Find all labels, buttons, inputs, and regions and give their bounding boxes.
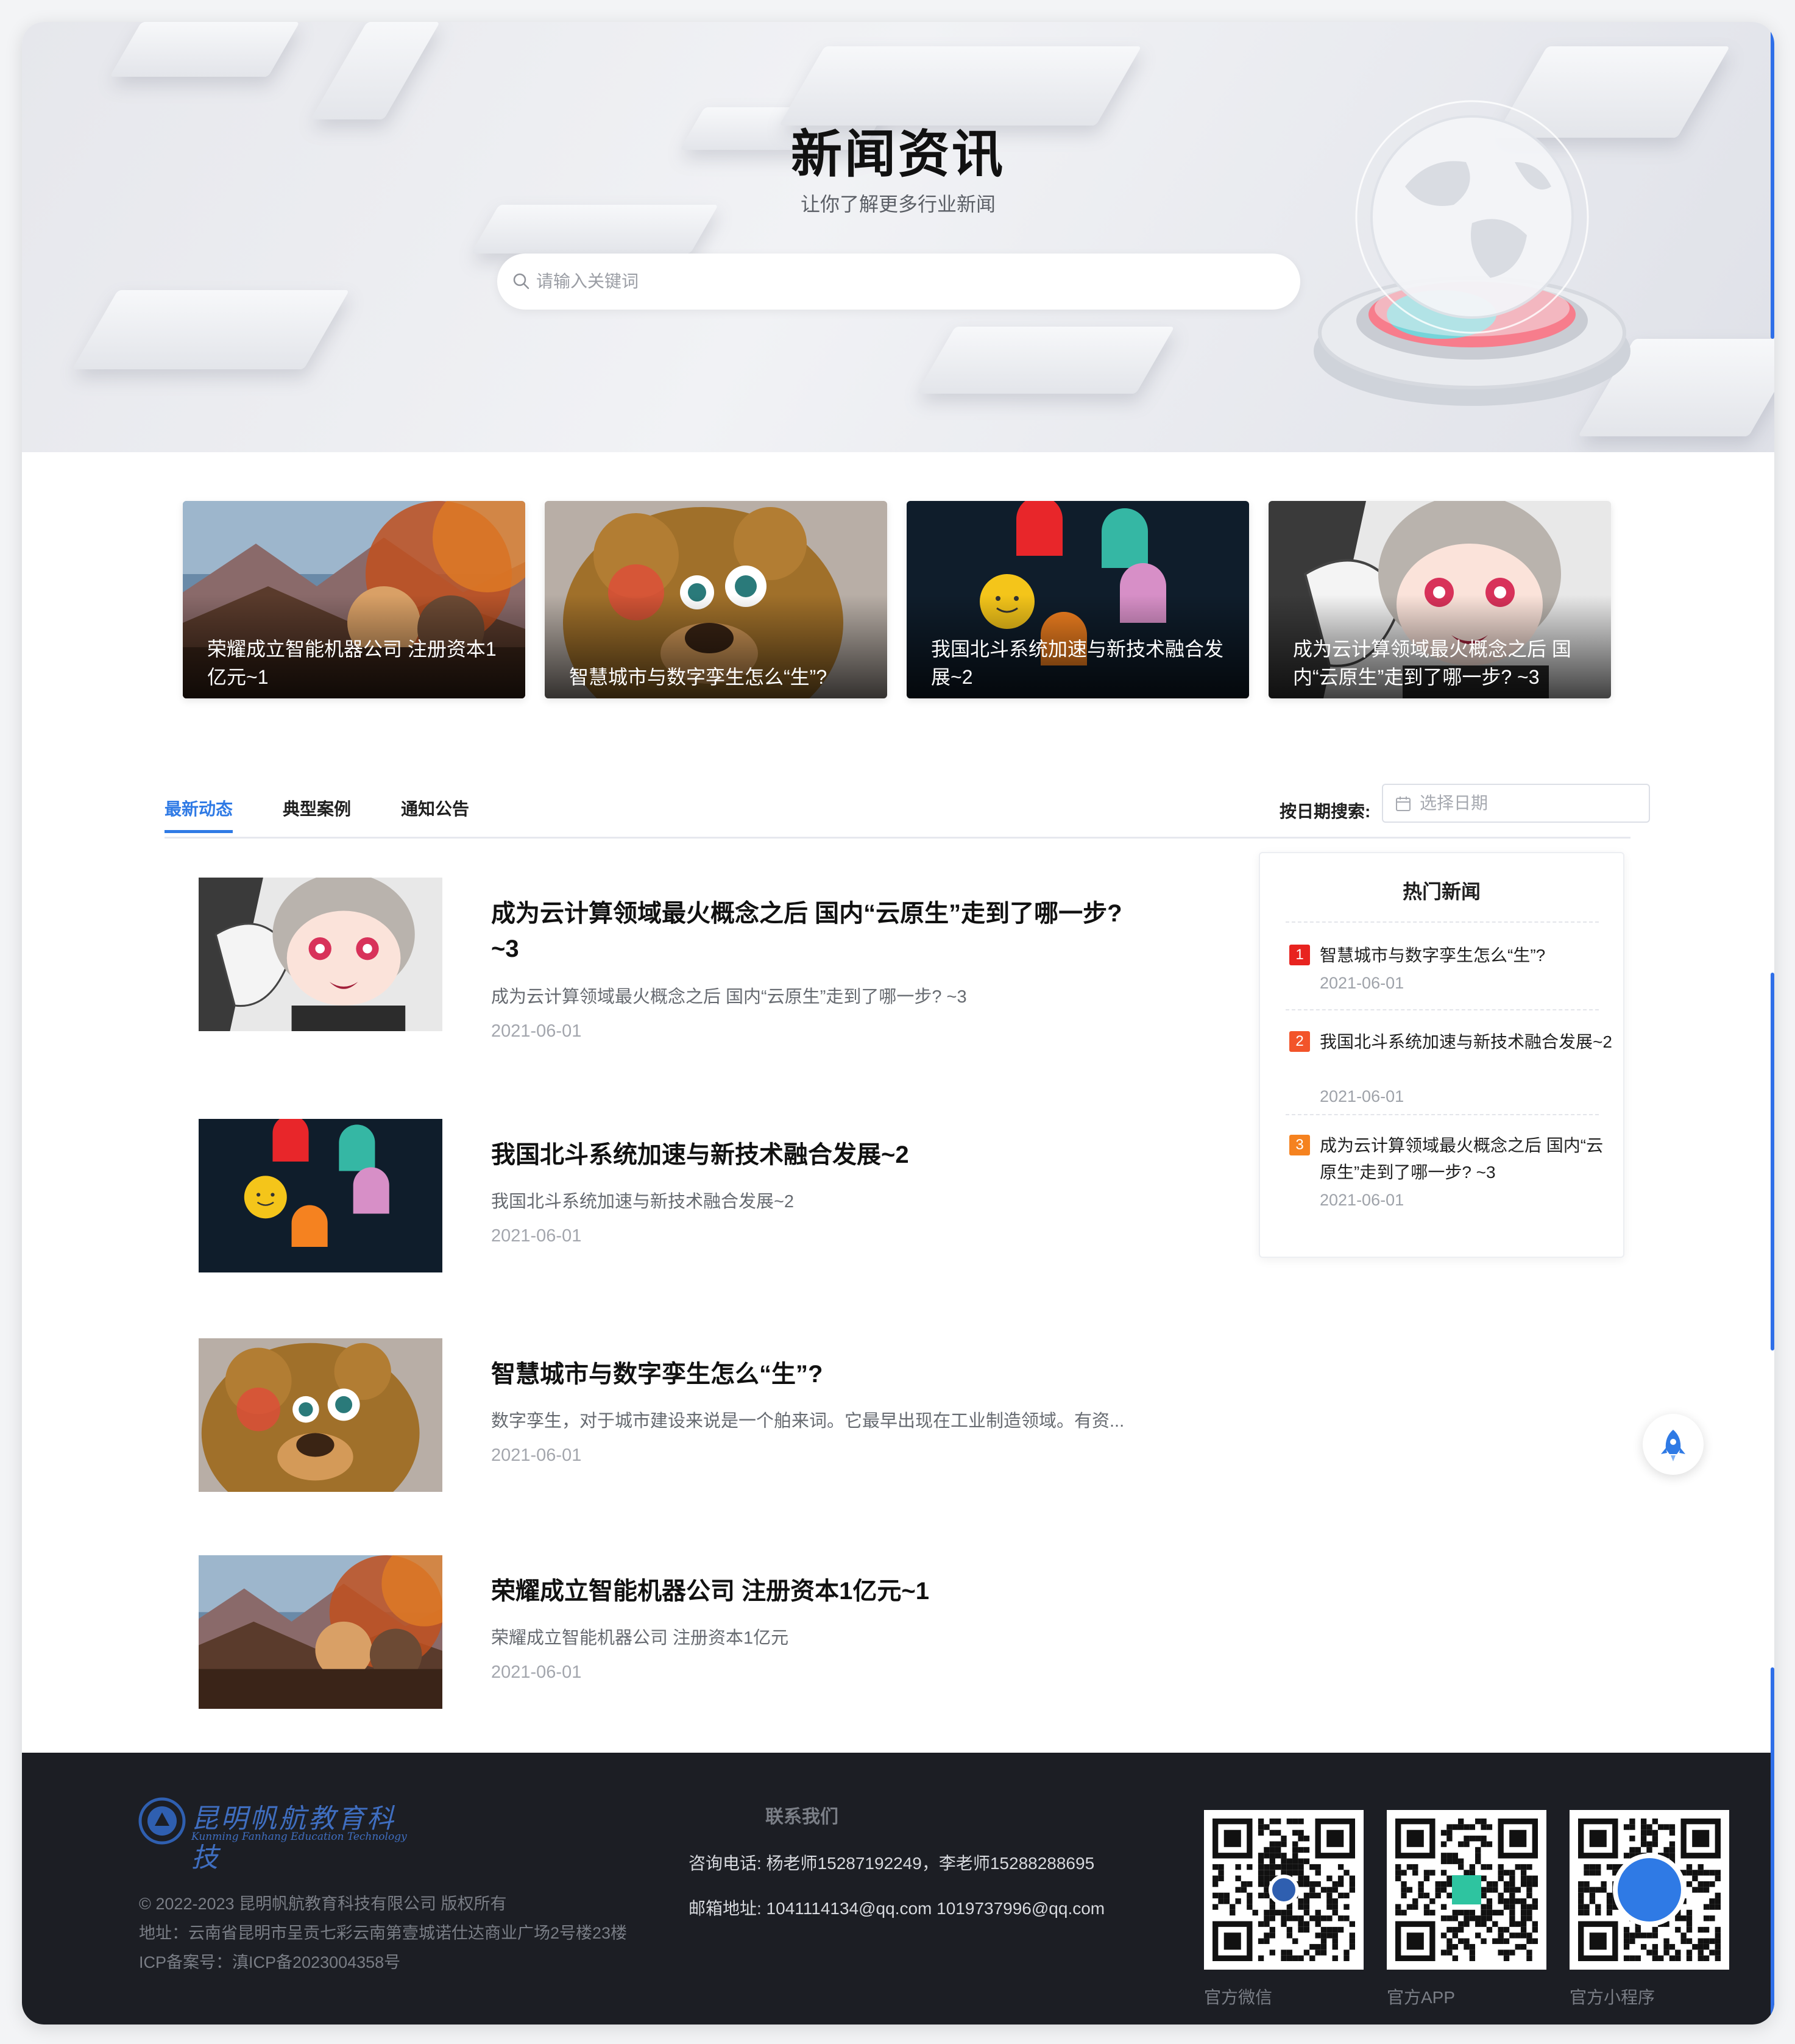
date-picker[interactable] <box>1382 784 1650 823</box>
rocket-icon <box>1661 1430 1685 1461</box>
hero-decor-block <box>72 290 350 369</box>
company-logo: 昆明帆航教育科技 Kunming Fanhang Education Techn… <box>138 1797 424 1873</box>
hot-news-panel: 热门新闻 1 智慧城市与数字孪生怎么“生”? 2021-06-01 2 我国北斗… <box>1259 852 1624 1258</box>
news-thumbnail <box>199 1119 442 1272</box>
hot-news-item[interactable]: 1 智慧城市与数字孪生怎么“生”? 2021-06-01 <box>1289 942 1606 1015</box>
hot-news-text[interactable]: 成为云计算领域最火概念之后 国内“云原生”走到了哪一步? ~3 <box>1320 1132 1612 1186</box>
featured-title: 我国北斗系统加速与新技术融合发展~2 <box>931 638 1224 688</box>
tab-cases[interactable]: 典型案例 <box>283 796 351 820</box>
hot-news-date: 2021-06-01 <box>1320 1191 1404 1209</box>
wechat-qr-icon <box>1204 1810 1364 1970</box>
news-summary: 荣耀成立智能机器公司 注册资本1亿元 <box>491 1628 789 1648</box>
tab-latest[interactable]: 最新动态 <box>165 796 233 820</box>
hot-news-text[interactable]: 智慧城市与数字孪生怎么“生”? <box>1320 942 1612 969</box>
featured-card[interactable]: 智慧城市与数字孪生怎么“生”? <box>545 501 887 698</box>
active-tab-indicator <box>165 830 233 833</box>
news-date: 2021-06-01 <box>491 1226 582 1246</box>
featured-title: 智慧城市与数字孪生怎么“生”? <box>569 666 827 688</box>
featured-card[interactable]: 我国北斗系统加速与新技术融合发展~2 <box>907 501 1249 698</box>
hot-news-item[interactable]: 2 我国北斗系统加速与新技术融合发展~2 2021-06-01 <box>1289 1029 1612 1120</box>
news-summary: 数字孪生，对于城市建设来说是一个舶来词。它最早出现在工业制造领域。有资... <box>491 1411 1125 1431</box>
scroll-accent <box>1771 22 1774 339</box>
news-title[interactable]: 我国北斗系统加速与新技术融合发展~2 <box>491 1137 1137 1173</box>
news-item[interactable]: 成为云计算领域最火概念之后 国内“云原生”走到了哪一步? ~3 成为云计算领域最… <box>199 878 1198 1041</box>
contact-title: 联系我们 <box>765 1807 838 1827</box>
qr-label-mini-program: 官方小程序 <box>1570 1988 1655 2007</box>
hot-news-item[interactable]: 3 成为云计算领域最火概念之后 国内“云原生”走到了哪一步? ~3 2021-0… <box>1289 1132 1606 1224</box>
logo-text-en: Kunming Fanhang Education Technology <box>191 1831 407 1843</box>
rank-badge: 3 <box>1289 1135 1310 1155</box>
divider <box>1286 921 1599 923</box>
hero-decor-block <box>310 22 441 119</box>
divider <box>1286 1114 1599 1115</box>
news-date: 2021-06-01 <box>491 1446 582 1465</box>
floating-assistant-button[interactable] <box>1643 1414 1704 1475</box>
news-title[interactable]: 智慧城市与数字孪生怎么“生”? <box>491 1357 1137 1392</box>
date-search-label: 按日期搜索: <box>1280 802 1371 821</box>
search-input[interactable] <box>536 262 1280 301</box>
calendar-icon <box>1396 797 1411 811</box>
news-item[interactable]: 智慧城市与数字孪生怎么“生”? 数字孪生，对于城市建设来说是一个舶来词。它最早出… <box>199 1338 1198 1492</box>
featured-card[interactable]: 荣耀成立智能机器公司 注册资本1亿元~1 <box>183 501 525 698</box>
scroll-accent <box>1771 973 1774 1350</box>
news-thumbnail <box>199 878 442 1031</box>
news-summary: 成为云计算领域最火概念之后 国内“云原生”走到了哪一步? ~3 <box>491 987 967 1007</box>
address: 地址：云南省昆明市呈贡七彩云南第壹城诺仕达商业广场2号楼23楼 <box>139 1924 628 1942</box>
search-bar[interactable] <box>497 254 1300 310</box>
news-tabs: 最新动态 典型案例 通知公告 按日期搜索: <box>165 778 1650 839</box>
news-item[interactable]: 我国北斗系统加速与新技术融合发展~2 我国北斗系统加速与新技术融合发展~2 20… <box>199 1119 1198 1272</box>
featured-title: 荣耀成立智能机器公司 注册资本1亿元~1 <box>207 638 497 688</box>
app-qr-icon <box>1387 1810 1546 1970</box>
hot-news-text[interactable]: 我国北斗系统加速与新技术融合发展~2 <box>1320 1029 1612 1056</box>
qr-label-wechat: 官方微信 <box>1204 1988 1273 2007</box>
news-summary: 我国北斗系统加速与新技术融合发展~2 <box>491 1192 795 1212</box>
date-input[interactable] <box>1420 790 1639 817</box>
qr-label-app: 官方APP <box>1387 1988 1456 2007</box>
featured-card[interactable]: 成为云计算领域最火概念之后 国内“云原生”走到了哪一步? ~3 <box>1269 501 1611 698</box>
news-item[interactable]: 荣耀成立智能机器公司 注册资本1亿元~1 荣耀成立智能机器公司 注册资本1亿元 … <box>199 1555 1198 1709</box>
scroll-accent <box>1771 1667 1774 2021</box>
contact-phone: 咨询电话: 杨老师15287192249，李老师15288288695 <box>689 1854 1095 1873</box>
rank-badge: 2 <box>1289 1031 1310 1052</box>
mini-program-qr-icon <box>1570 1810 1729 1970</box>
page-subtitle: 让你了解更多行业新闻 <box>800 193 996 215</box>
copyright: © 2022-2023 昆明帆航教育科技有限公司 版权所有 <box>139 1895 507 1913</box>
footer: 昆明帆航教育科技 Kunming Fanhang Education Techn… <box>22 1753 1774 2024</box>
hero-decor-block <box>110 22 300 77</box>
icp-number[interactable]: ICP备案号：滇ICP备2023004358号 <box>139 1949 400 1973</box>
news-date: 2021-06-01 <box>491 1021 582 1041</box>
rank-badge: 1 <box>1289 945 1310 965</box>
news-date: 2021-06-01 <box>491 1663 582 1682</box>
featured-title: 成为云计算领域最火概念之后 国内“云原生”走到了哪一步? ~3 <box>1293 638 1571 688</box>
news-title[interactable]: 成为云计算领域最火概念之后 国内“云原生”走到了哪一步? ~3 <box>491 896 1137 967</box>
page-title: 新闻资讯 <box>790 126 1005 183</box>
news-thumbnail <box>199 1338 442 1492</box>
hero-banner: 新闻资讯 让你了解更多行业新闻 <box>22 22 1774 452</box>
news-thumbnail <box>199 1555 442 1709</box>
search-icon <box>513 273 529 289</box>
divider <box>1286 1009 1599 1010</box>
hero-decor-block <box>916 327 1175 394</box>
hot-news-date: 2021-06-01 <box>1320 974 1404 992</box>
hot-news-date: 2021-06-01 <box>1320 1087 1404 1105</box>
tab-notices[interactable]: 通知公告 <box>401 796 469 820</box>
contact-email: 邮箱地址: 1041114134@qq.com 1019737996@qq.co… <box>689 1899 1105 1918</box>
hot-news-title: 热门新闻 <box>1402 881 1481 903</box>
featured-news: 荣耀成立智能机器公司 注册资本1亿元~1 智慧城市与数字孪生怎么“生”? 我国北… <box>183 501 1615 698</box>
news-title[interactable]: 荣耀成立智能机器公司 注册资本1亿元~1 <box>491 1574 1137 1609</box>
page: 新闻资讯 让你了解更多行业新闻 荣耀成立智能机器公司 注册资本1亿元~1 智慧城… <box>22 22 1774 2024</box>
